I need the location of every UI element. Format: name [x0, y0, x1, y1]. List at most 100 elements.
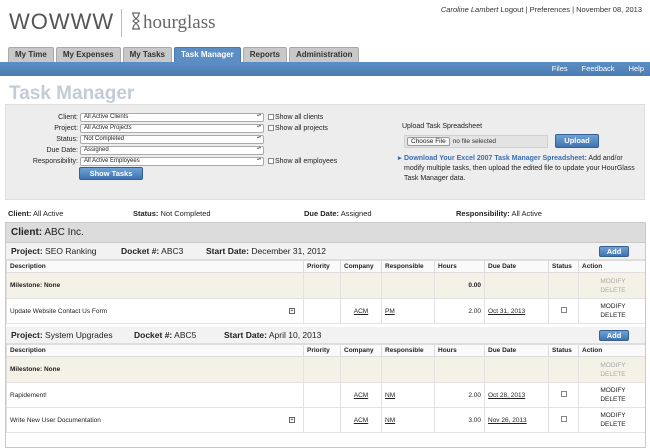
main-tabs: My Time My Expenses My Tasks Task Manage… — [8, 47, 361, 62]
add-task-button[interactable]: Add — [599, 246, 629, 257]
show-all-employees-label: Show all employees — [275, 157, 338, 165]
filter-client-row: Client: All Active Clients Show all clie… — [6, 112, 323, 122]
col-description: Description — [6, 344, 304, 357]
responsibility-select[interactable]: All Active Employees — [80, 156, 264, 166]
filter-summary: Client: All Active Status: Not Completed… — [8, 209, 644, 219]
task-hours: 2.00 — [434, 298, 485, 324]
delete-button[interactable]: DELETE — [582, 420, 644, 429]
preferences-link[interactable]: Preferences — [530, 5, 570, 14]
tab-my-expenses[interactable]: My Expenses — [55, 47, 121, 62]
client-header-label: Client: — [11, 227, 43, 238]
tab-my-tasks[interactable]: My Tasks — [122, 47, 173, 62]
task-hours: 2.00 — [434, 382, 485, 408]
due-date-select[interactable]: Assigned — [80, 145, 264, 155]
task-company-link[interactable]: ACM — [340, 298, 382, 324]
table-header-row: Description Priority Company Responsible… — [6, 260, 645, 273]
tab-task-manager[interactable]: Task Manager — [174, 47, 241, 62]
task-company-link[interactable]: ACM — [340, 382, 382, 408]
task-description: Rapidement! — [6, 382, 304, 408]
show-all-employees-checkbox[interactable] — [268, 158, 274, 164]
milestone-due-cell — [484, 356, 549, 383]
help-link[interactable]: Help — [629, 62, 644, 76]
milestone-hours: 0.00 — [434, 272, 485, 299]
milestone-priority-cell — [303, 356, 341, 383]
summary-resp-label: Responsibility: — [456, 209, 510, 218]
tab-administration[interactable]: Administration — [289, 47, 360, 62]
col-priority: Priority — [303, 260, 341, 273]
task-priority — [303, 407, 341, 433]
project-label: Project: — [54, 124, 78, 132]
task-description-text: Rapidement! — [10, 391, 47, 399]
task-due-date-link[interactable]: Oct 28, 2013 — [484, 382, 549, 408]
task-company-link[interactable]: ACM — [340, 407, 382, 433]
task-responsible-link[interactable]: NM — [381, 382, 435, 408]
client-select[interactable]: All Active Clients — [80, 112, 264, 122]
milestone-actions: MODIFY DELETE — [578, 356, 645, 383]
table-row: Write New User Documentation + ACM NM 3.0… — [6, 407, 645, 433]
summary-responsibility: Responsibility: All Active — [456, 209, 542, 218]
download-spreadsheet-link[interactable]: Download Your Excel 2007 Task Manager Sp… — [404, 155, 587, 162]
col-company: Company — [340, 260, 382, 273]
delete-disabled: DELETE — [600, 370, 626, 378]
delete-button[interactable]: DELETE — [582, 395, 644, 404]
milestone-row: Milestone: None 0.00 MODIFY DELETE — [6, 272, 645, 299]
show-tasks-button[interactable]: Show Tasks — [79, 167, 143, 180]
show-all-clients-checkbox[interactable] — [268, 114, 274, 120]
task-responsible-link[interactable]: NM — [381, 407, 435, 433]
summary-client-label: Client: — [8, 209, 32, 218]
docket-group: Docket #: ABC5 — [134, 327, 196, 344]
summary-due-label: Due Date: — [304, 209, 340, 218]
delete-button[interactable]: DELETE — [582, 311, 644, 320]
modify-disabled: MODIFY — [600, 361, 626, 369]
task-table: Description Priority Company Responsible… — [6, 344, 645, 433]
client-name: ABC Inc. — [44, 227, 84, 238]
add-task-button[interactable]: Add — [599, 330, 629, 341]
modify-button[interactable]: MODIFY — [582, 302, 644, 311]
task-due-date-link[interactable]: Nov 26, 2013 — [484, 407, 549, 433]
download-text: Download Your Excel 2007 Task Manager Sp… — [404, 154, 640, 184]
task-status-checkbox[interactable] — [560, 391, 567, 397]
modify-button[interactable]: MODIFY — [582, 411, 644, 420]
expand-icon[interactable]: + — [289, 307, 295, 314]
project-select[interactable]: All Active Projects — [80, 123, 264, 133]
choose-file-button[interactable]: Choose File — [407, 137, 450, 146]
summary-client: Client: All Active — [8, 209, 63, 218]
task-description: Write New User Documentation + — [6, 407, 304, 433]
filter-responsibility-row: Responsibility: All Active Employees Sho… — [6, 156, 337, 166]
modify-disabled: MODIFY — [600, 277, 626, 285]
upload-title: Upload Task Spreadsheet — [402, 123, 483, 130]
modify-button[interactable]: MODIFY — [582, 386, 644, 395]
col-hours: Hours — [434, 344, 485, 357]
menu-bar: Files Feedback Help — [0, 62, 650, 76]
logo-divider — [121, 9, 122, 37]
client-header: Client: ABC Inc. — [6, 223, 645, 243]
table-header-row: Description Priority Company Responsible… — [6, 344, 645, 357]
task-responsible-link[interactable]: PM — [381, 298, 435, 324]
upload-button[interactable]: Upload — [555, 134, 599, 148]
task-due-date-link[interactable]: Oct 31, 2013 — [484, 298, 549, 324]
show-all-projects-checkbox[interactable] — [268, 125, 274, 131]
logo-wowww: WOWWW — [9, 9, 115, 34]
task-hours: 3.00 — [434, 407, 485, 433]
task-status-checkbox[interactable] — [560, 416, 567, 422]
col-description: Description — [6, 260, 304, 273]
expand-icon[interactable]: + — [289, 416, 295, 423]
project-name: SEO Ranking — [45, 246, 97, 256]
status-select[interactable]: Not Completed — [80, 134, 264, 144]
filter-status-row: Status: Not Completed — [6, 134, 264, 144]
docket-number: ABC5 — [174, 330, 197, 340]
docket-group: Docket #: ABC3 — [121, 243, 183, 260]
feedback-link[interactable]: Feedback — [582, 62, 615, 76]
task-table: Description Priority Company Responsible… — [6, 260, 645, 324]
start-date-label: Start Date: — [206, 246, 249, 256]
task-status-checkbox[interactable] — [560, 307, 567, 313]
tab-reports[interactable]: Reports — [242, 47, 288, 62]
col-company: Company — [340, 344, 382, 357]
files-link[interactable]: Files — [552, 62, 568, 76]
tab-my-time[interactable]: My Time — [8, 47, 54, 62]
project-label: Project: — [11, 330, 43, 340]
logout-link[interactable]: Logout — [500, 5, 523, 14]
docket-number: ABC3 — [161, 246, 184, 256]
task-status-cell — [548, 407, 579, 433]
project-name-group: Project: SEO Ranking — [11, 243, 97, 260]
